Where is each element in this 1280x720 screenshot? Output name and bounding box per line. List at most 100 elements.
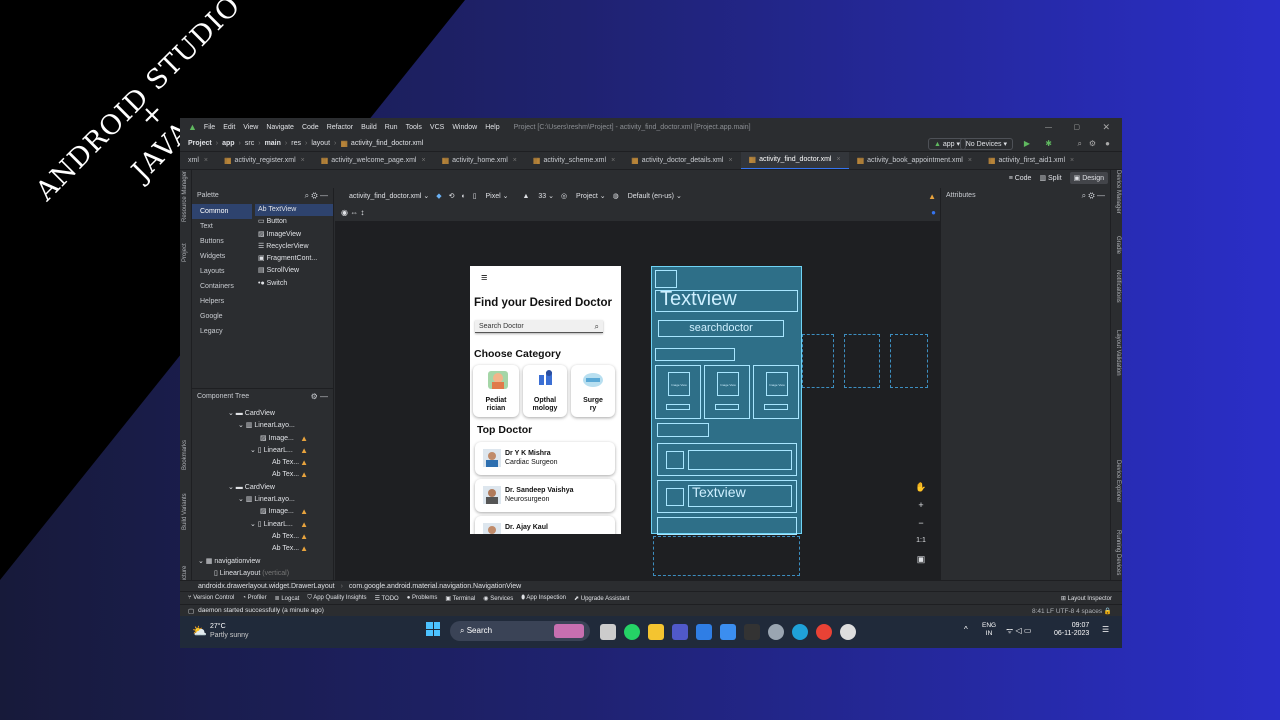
category-card-surgery[interactable]: Surge ry [571, 365, 615, 417]
tab-activity-find-doctor[interactable]: ▦ activity_find_doctor.xml × [740, 152, 849, 169]
palette-category-google[interactable]: Google [192, 309, 252, 324]
settings-icon[interactable] [768, 624, 784, 640]
gradle-tab[interactable]: Gradle [1115, 236, 1121, 254]
menu-build[interactable]: Build [361, 124, 377, 131]
teams-icon[interactable] [672, 624, 688, 640]
warning-icon[interactable]: ▲ [928, 192, 936, 201]
indent[interactable]: 4 spaces [1076, 608, 1102, 615]
breadcrumb-project[interactable]: Project [188, 140, 212, 147]
running-devices-tab[interactable]: Running Devices [1115, 530, 1121, 575]
menu-window[interactable]: Window [452, 124, 477, 131]
file-explorer-icon[interactable] [648, 624, 664, 640]
category-card-opthalmology[interactable]: Opthal mology [523, 365, 567, 417]
encoding[interactable]: UTF-8 [1056, 608, 1074, 615]
weather-widget[interactable]: ⛅ 27°C Partly sunny [192, 622, 272, 644]
attributes-search-icon[interactable]: ⌕ ⚙ — [1082, 188, 1105, 203]
palette-search-icon[interactable]: ⌕ ⚙ — [305, 188, 328, 203]
android-studio-taskbar-icon[interactable] [840, 624, 856, 640]
caret-position[interactable]: 8:41 [1032, 608, 1045, 615]
warning-icon[interactable]: ▲ [300, 445, 308, 457]
notifications-tab[interactable]: Notifications [1115, 270, 1121, 303]
palette-item-textview[interactable]: Ab TextView [255, 204, 333, 217]
run-icon[interactable]: ▶ [1024, 139, 1030, 148]
doctor-card[interactable]: Dr. Ajay Kaul [475, 516, 615, 534]
pan-hand-icon[interactable]: ✋ [911, 478, 931, 496]
version-control-button[interactable]: ⑂ Version Control [188, 595, 234, 601]
task-view-icon[interactable] [600, 624, 616, 640]
menu-navigate[interactable]: Navigate [266, 124, 294, 131]
bookmarks-tab[interactable]: Bookmarks [182, 440, 188, 470]
tab-activity-first-aid1[interactable]: ▦ activity_first_aid1.xml × [980, 152, 1082, 169]
layout-inspector-button[interactable]: ⊞ Layout Inspector [1061, 595, 1112, 602]
profiler-button[interactable]: ◔ Profiler [242, 595, 266, 601]
tree-node-linearlayout-vertical[interactable]: ▯ LinearLayout (vertical) [192, 568, 333, 580]
build-variants-tab[interactable]: Build Variants [182, 493, 188, 530]
api-level-selector[interactable]: ▲ 33 ⌄ [515, 192, 554, 200]
zoom-in-button[interactable]: + [911, 496, 931, 514]
doctor-card[interactable]: Dr. Sandeep Vaishya Neurosurgeon [475, 479, 615, 512]
terminal-icon[interactable] [744, 624, 760, 640]
menu-edit[interactable]: Edit [223, 124, 235, 131]
menu-file[interactable]: File [204, 124, 215, 131]
palette-category-text[interactable]: Text [192, 219, 252, 234]
menu-code[interactable]: Code [302, 124, 319, 131]
tab-activity-register[interactable]: ▦ activity_register.xml × [216, 152, 313, 169]
services-button[interactable]: ◉ Services [483, 595, 513, 602]
warning-icon[interactable]: ▲ [300, 506, 308, 518]
palette-category-layouts[interactable]: Layouts [192, 264, 252, 279]
app-quality-insights-button[interactable]: ⛉ App Quality Insights [307, 595, 366, 602]
palette-item-scrollview[interactable]: ▤ ScrollView [255, 265, 333, 277]
view-code-button[interactable]: ≡ Code [1009, 175, 1032, 182]
tree-node-image[interactable]: ▨ Image... ▲ [192, 433, 333, 445]
palette-item-button[interactable]: ▭ Button [255, 216, 333, 228]
path-navigationview[interactable]: com.google.android.material.navigation.N… [349, 583, 521, 590]
component-tree-gear-icon[interactable]: ⚙ — [311, 389, 328, 404]
tree-node-navigationview[interactable]: ⌄ ▦ navigationview [192, 556, 333, 568]
tree-node-cardview[interactable]: ⌄ ▬ CardView [192, 408, 333, 420]
maximize-icon[interactable]: ▢ [1073, 123, 1080, 131]
close-icon[interactable]: ✕ [1102, 122, 1110, 133]
menu-refactor[interactable]: Refactor [327, 124, 353, 131]
menu-help[interactable]: Help [485, 124, 499, 131]
tree-node-linearlayout[interactable]: ⌄ ▥ LinearLayo... [192, 494, 333, 506]
language-indicator[interactable]: ENG IN [982, 622, 996, 638]
breadcrumb-res[interactable]: res [291, 140, 301, 147]
breadcrumb-layout[interactable]: layout [311, 140, 330, 147]
terminal-button[interactable]: ▣ Terminal [445, 595, 475, 602]
warning-icon[interactable]: ▲ [300, 469, 308, 481]
device-selector-button[interactable]: ▯ Pixel ⌄ [473, 192, 509, 200]
palette-category-helpers[interactable]: Helpers [192, 294, 252, 309]
chrome-icon[interactable] [816, 624, 832, 640]
run-config-selector[interactable]: ▲ app ▾ [927, 137, 966, 150]
zoom-fit-button[interactable]: 1:1 [911, 532, 931, 550]
tab-activity-welcome-page[interactable]: ▦ activity_welcome_page.xml × [313, 152, 434, 169]
screenshot-icon[interactable]: ▣ [911, 550, 931, 568]
notepad-icon[interactable] [720, 624, 736, 640]
palette-item-recyclerview[interactable]: ☰ RecyclerView [255, 241, 333, 253]
windows-start-icon[interactable] [426, 622, 440, 636]
tab-activity-home[interactable]: ▦ activity_home.xml × [434, 152, 525, 169]
logcat-button[interactable]: ≣ Logcat [275, 595, 300, 602]
night-mode-icon[interactable]: ◐ [461, 193, 465, 200]
search-doctor-input[interactable]: Search Doctor ⌕ [475, 320, 603, 333]
whatsapp-icon[interactable] [624, 624, 640, 640]
account-icon[interactable]: ● [1105, 139, 1110, 148]
microsoft-store-icon[interactable] [696, 624, 712, 640]
view-design-button[interactable]: ▣ Design [1069, 172, 1108, 184]
tree-node-cardview[interactable]: ⌄ ▬ CardView [192, 482, 333, 494]
palette-category-common[interactable]: Common [192, 204, 252, 219]
hamburger-menu-icon[interactable]: ≡ [481, 273, 493, 284]
breadcrumb-app[interactable]: app [222, 140, 234, 147]
warning-icon[interactable]: ▲ [300, 457, 308, 469]
tab-xml[interactable]: xml × [180, 152, 216, 169]
problems-button[interactable]: ● Problems [407, 595, 438, 601]
upgrade-assistant-button[interactable]: ⬈ Upgrade Assistant [574, 595, 629, 602]
palette-category-containers[interactable]: Containers [192, 279, 252, 294]
layout-validation-tab[interactable]: Layout Validation [1115, 330, 1121, 376]
project-tab[interactable]: Project [182, 243, 188, 262]
debug-icon[interactable]: ✱ [1045, 139, 1052, 148]
palette-category-buttons[interactable]: Buttons [192, 234, 252, 249]
wifi-sound-battery-icon[interactable]: ᯤ ◁ ▭ [1006, 625, 1031, 636]
palette-category-legacy[interactable]: Legacy [192, 324, 252, 339]
menu-vcs[interactable]: VCS [430, 124, 444, 131]
